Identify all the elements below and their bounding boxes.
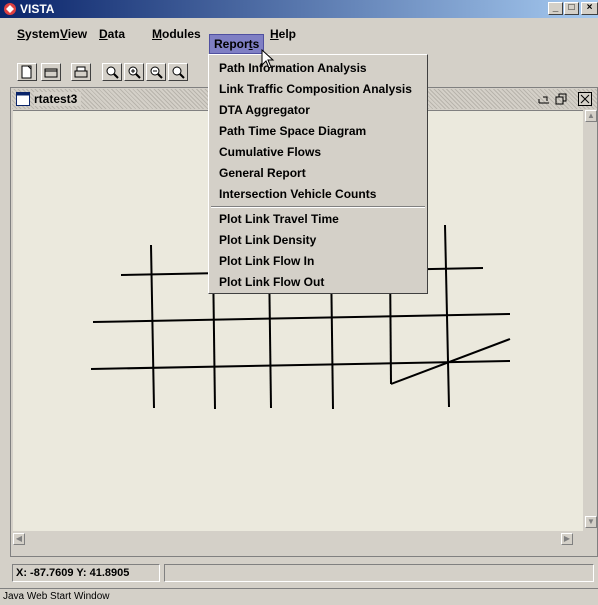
- reports-dropdown-menu: Path Information Analysis Link Traffic C…: [208, 54, 428, 294]
- zoom-reset-icon: [172, 66, 185, 79]
- title-bar: VISTA _ □ ×: [0, 0, 598, 18]
- internal-frame-title: rtatest3: [34, 92, 82, 106]
- menu-help[interactable]: Help: [270, 27, 296, 41]
- scroll-down-button[interactable]: ▼: [585, 516, 597, 528]
- restore-icon[interactable]: [554, 93, 568, 105]
- zoom-button[interactable]: [102, 63, 122, 81]
- status-message: [164, 564, 594, 582]
- menu-item-cumulative-flows[interactable]: Cumulative Flows: [219, 145, 321, 159]
- menu-data[interactable]: Data: [99, 27, 125, 41]
- zoom-in-button[interactable]: [124, 63, 144, 81]
- zoom-icon: [106, 66, 119, 79]
- status-bar: X: -87.7609 Y: 41.8905: [10, 562, 598, 584]
- open-button[interactable]: [41, 63, 61, 81]
- minimize-button[interactable]: _: [548, 2, 563, 15]
- zoom-in-icon: [128, 66, 141, 79]
- vertical-scrollbar[interactable]: ▲ ▼: [585, 110, 597, 530]
- scroll-up-button[interactable]: ▲: [585, 110, 597, 122]
- menu-item-general-report[interactable]: General Report: [219, 166, 306, 180]
- road-link: [150, 244, 155, 409]
- menu-item-path-information-analysis[interactable]: Path Information Analysis: [219, 61, 367, 75]
- menu-separator: [211, 206, 425, 208]
- maximize-button[interactable]: □: [564, 2, 579, 15]
- menu-item-plot-link-density[interactable]: Plot Link Density: [219, 233, 316, 247]
- menu-reports[interactable]: Reports: [209, 34, 265, 54]
- mouse-cursor-icon: [261, 49, 275, 69]
- menu-item-plot-link-travel-time[interactable]: Plot Link Travel Time: [219, 212, 339, 226]
- menu-bar: System View Data Modules Reports Help: [0, 18, 598, 54]
- menu-item-link-traffic-composition[interactable]: Link Traffic Composition Analysis: [219, 82, 412, 96]
- window-title: VISTA: [20, 2, 55, 16]
- menu-modules[interactable]: Modules: [152, 27, 201, 41]
- frame-icon: [16, 92, 30, 106]
- java-web-start-label: Java Web Start Window: [0, 588, 598, 605]
- menu-item-dta-aggregator[interactable]: DTA Aggregator: [219, 103, 310, 117]
- menu-system[interactable]: System: [17, 27, 60, 41]
- menu-item-path-time-space-diagram[interactable]: Path Time Space Diagram: [219, 124, 366, 138]
- scroll-right-button[interactable]: ▶: [561, 533, 573, 545]
- zoom-out-button[interactable]: [146, 63, 166, 81]
- horizontal-scrollbar[interactable]: ◀ ▶: [13, 532, 585, 546]
- menu-view[interactable]: View: [60, 27, 87, 41]
- menu-item-intersection-vehicle-counts[interactable]: Intersection Vehicle Counts: [219, 187, 376, 201]
- close-button[interactable]: ×: [581, 2, 598, 15]
- close-frame-icon[interactable]: [578, 92, 592, 106]
- coordinate-readout: X: -87.7609 Y: 41.8905: [12, 564, 160, 582]
- menu-item-plot-link-flow-out[interactable]: Plot Link Flow Out: [219, 275, 324, 289]
- new-button[interactable]: [17, 63, 37, 81]
- open-icon: [44, 68, 58, 78]
- iconify-icon[interactable]: [537, 93, 551, 105]
- zoom-reset-button[interactable]: [168, 63, 188, 81]
- print-button[interactable]: [71, 63, 91, 81]
- print-icon: [74, 66, 88, 78]
- new-icon: [21, 65, 32, 79]
- menu-item-plot-link-flow-in[interactable]: Plot Link Flow In: [219, 254, 314, 268]
- zoom-out-icon: [150, 66, 163, 79]
- scroll-left-button[interactable]: ◀: [13, 533, 25, 545]
- vista-app-icon: [4, 3, 16, 15]
